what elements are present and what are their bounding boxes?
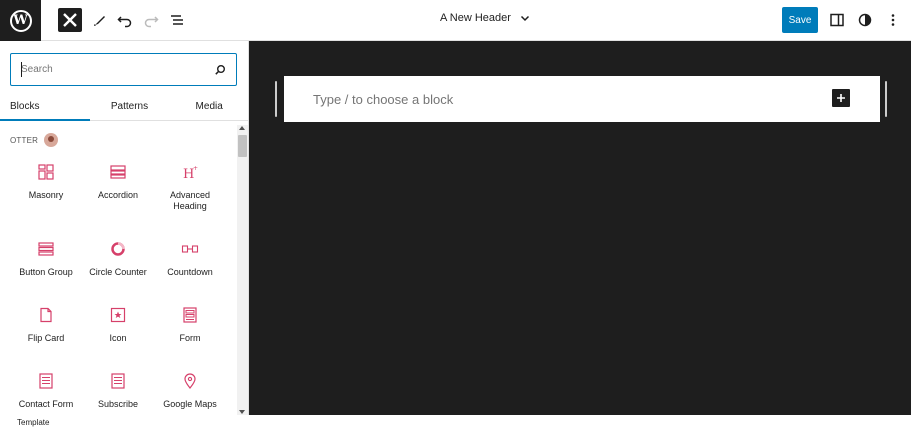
block-label: Contact Form [18,399,74,409]
breadcrumb[interactable]: Template [17,418,49,427]
category-header: OTTER [10,133,59,147]
block-placeholder-text: Type / to choose a block [313,92,454,107]
block-form[interactable]: Form [154,305,226,344]
block-button-group[interactable]: Button Group [10,239,82,278]
block-countdown[interactable]: Countdown [154,239,226,278]
button-group-icon [38,242,54,256]
document-title: A New Header [440,12,511,24]
resize-handle-left[interactable] [275,81,277,117]
masonry-icon [38,164,54,180]
block-google-maps[interactable]: Google Maps [154,371,226,410]
styles-button[interactable] [853,8,877,32]
default-block-appender[interactable]: Type / to choose a block [284,76,880,122]
undo-icon [117,16,132,28]
subscribe-icon [111,373,125,389]
block-label: Subscribe [97,399,139,409]
block-accordion[interactable]: Accordion [82,162,154,201]
tab-media[interactable]: Media [169,93,249,120]
wordpress-logo-button[interactable]: W [0,0,41,41]
block-list: OTTER Masonry Accordion H + Advanced Head… [0,122,249,415]
block-inserter-panel: Blocks Patterns Media OTTER Masonry Acco… [0,41,249,415]
editor-header: W A New Header Save [0,0,911,41]
accordion-icon [110,165,126,179]
block-circle-counter[interactable]: Circle Counter [82,239,154,278]
block-label: Icon [109,333,127,343]
redo-icon [144,16,159,28]
resize-handle-right[interactable] [885,81,887,117]
text-caret [21,62,22,77]
contact-form-icon [39,373,53,389]
circle-counter-icon [111,242,125,256]
block-label: Countdown [167,267,213,277]
close-icon [63,13,77,27]
inserter-scrollbar[interactable] [237,125,248,415]
block-flip-card[interactable]: Flip Card [10,305,82,344]
block-label: Accordion [97,190,139,200]
scroll-down-arrow-icon[interactable] [239,410,245,414]
star-icon [110,307,126,323]
block-contact-form[interactable]: Contact Form [10,371,82,410]
block-label: Form [179,333,201,343]
block-label: Advanced Heading [169,190,211,211]
search-input[interactable] [21,64,214,75]
pencil-icon [94,16,105,26]
tab-patterns[interactable]: Patterns [90,93,170,120]
form-icon [183,307,197,323]
chevron-down-icon [520,15,529,22]
more-options-button[interactable] [881,8,905,32]
inserter-search[interactable] [10,53,237,86]
settings-sidebar-button[interactable] [825,8,849,32]
block-label: Flip Card [27,333,65,343]
inserter-tabs: Blocks Patterns Media [0,93,249,121]
flip-card-icon [40,307,52,323]
save-button[interactable]: Save [782,7,818,33]
heading-icon: H+ [183,165,198,181]
svg-text:+: + [193,165,198,172]
editor-footer: Template [0,415,911,427]
search-icon[interactable] [214,64,226,76]
tab-blocks[interactable]: Blocks [0,93,90,121]
sidebar-toggle-icon [830,13,844,27]
block-label: Button Group [19,267,73,277]
scrollbar-thumb[interactable] [238,135,247,157]
tools-button[interactable] [88,8,112,32]
block-masonry[interactable]: Masonry [10,162,82,201]
block-label: Masonry [28,190,64,200]
document-title-dropdown[interactable]: A New Header [440,12,531,24]
otter-avatar [44,133,59,147]
wordpress-logo-icon: W [9,9,32,32]
half-circle-contrast-icon [858,13,872,27]
block-subscribe[interactable]: Subscribe [82,371,154,410]
editor-canvas: Type / to choose a block [249,41,911,415]
category-title: OTTER [10,135,39,145]
close-inserter-button[interactable] [58,8,82,32]
list-view-button[interactable] [165,8,189,32]
block-icon[interactable]: Icon [82,305,154,344]
vertical-ellipsis-icon [891,14,895,26]
block-advanced-heading[interactable]: H + Advanced Heading [154,162,226,212]
list-view-icon [171,15,183,25]
block-label: Circle Counter [89,267,147,277]
scroll-up-arrow-icon[interactable] [239,126,245,130]
redo-button[interactable] [139,8,163,32]
block-label: Google Maps [163,399,217,409]
plus-icon [837,94,845,102]
undo-button[interactable] [113,8,137,32]
map-pin-icon [184,373,196,389]
add-block-button[interactable] [832,89,850,107]
countdown-icon [181,245,199,253]
